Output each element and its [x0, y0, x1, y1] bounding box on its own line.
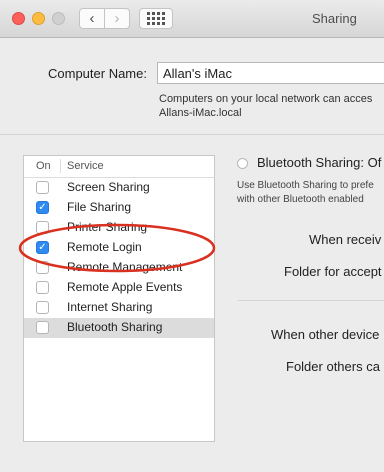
service-row[interactable]: Remote Apple Events	[24, 278, 214, 298]
when-other-devices-label: When other device	[271, 327, 380, 342]
column-service-header: Service	[67, 160, 104, 172]
computer-name-label: Computer Name:	[48, 66, 147, 81]
computer-name-field[interactable]: Allan's iMac	[157, 62, 384, 84]
service-label: Remote Apple Events	[67, 280, 183, 294]
column-on-header: On	[36, 160, 51, 172]
when-receiving-label: When receiv	[309, 232, 382, 247]
service-checkbox[interactable]	[36, 301, 49, 314]
close-window-button[interactable]	[12, 12, 25, 25]
service-row[interactable]: Bluetooth Sharing	[24, 318, 214, 338]
bluetooth-sharing-status: Bluetooth Sharing: Of	[257, 155, 382, 170]
minimize-window-button[interactable]	[32, 12, 45, 25]
bluetooth-sharing-radio[interactable]	[237, 158, 248, 169]
service-checkbox[interactable]	[36, 181, 49, 194]
service-checkbox[interactable]	[36, 281, 49, 294]
service-list-header: On Service	[24, 156, 214, 178]
bluetooth-description-line: Use Bluetooth Sharing to prefe	[237, 180, 374, 191]
folder-others-label: Folder others ca	[286, 359, 380, 374]
chevron-left-icon: ‹	[89, 10, 95, 27]
zoom-window-button[interactable]	[52, 12, 65, 25]
service-row[interactable]: Screen Sharing	[24, 178, 214, 198]
service-checkbox[interactable]: ✓	[36, 201, 49, 214]
computer-name-info: Computers on your local network can acce…	[159, 92, 372, 120]
service-list: On Service Screen Sharing ✓ File Sharing Pr…	[23, 155, 215, 442]
window-title: Sharing	[312, 11, 357, 26]
section-divider	[0, 134, 384, 135]
service-row[interactable]: ✓ File Sharing	[24, 198, 214, 218]
service-row[interactable]: Internet Sharing	[24, 298, 214, 318]
service-label: Internet Sharing	[67, 300, 153, 314]
panel-divider	[238, 300, 384, 301]
chevron-right-icon: ›	[114, 10, 120, 27]
column-separator	[60, 159, 61, 173]
bluetooth-description-line: with other Bluetooth enabled	[237, 194, 364, 205]
computer-name-info-line: Computers on your local network can acce…	[159, 93, 373, 105]
service-label: Screen Sharing	[67, 180, 150, 194]
service-label: Bluetooth Sharing	[67, 320, 163, 334]
service-checkbox[interactable]	[36, 321, 49, 334]
title-bar: ‹ › Sharing	[0, 0, 384, 38]
folder-accepted-label: Folder for accept	[284, 264, 382, 279]
back-button[interactable]: ‹	[79, 8, 105, 29]
highlight-ellipse	[18, 223, 216, 273]
forward-button[interactable]: ›	[104, 8, 130, 29]
local-hostname: Allans-iMac.local	[159, 107, 242, 119]
grid-icon	[147, 12, 150, 15]
service-label: File Sharing	[67, 200, 132, 214]
show-all-button[interactable]	[139, 8, 173, 29]
navigation-buttons: ‹ ›	[79, 8, 131, 29]
bluetooth-sharing-description: Use Bluetooth Sharing to prefe with othe…	[237, 179, 374, 207]
